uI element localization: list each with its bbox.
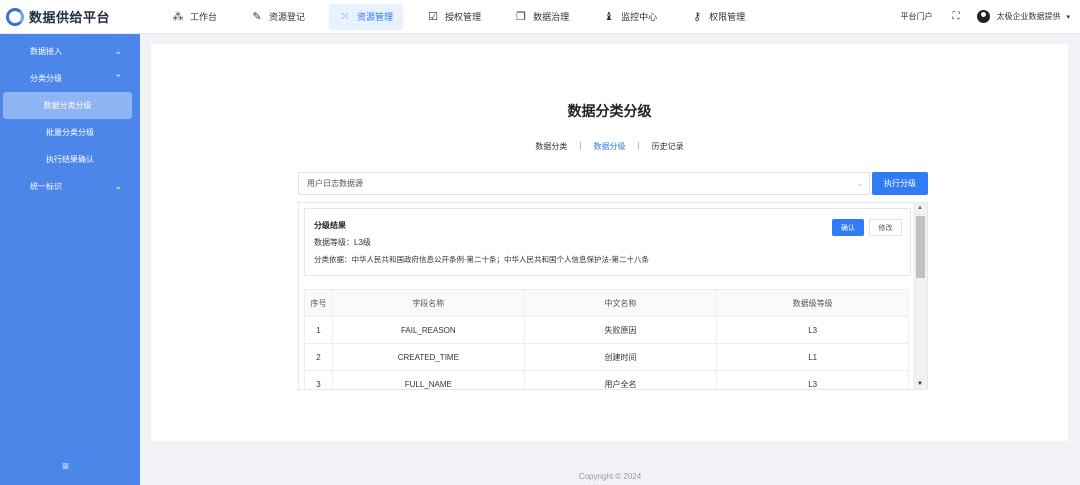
fields-table: 序号 字段名称 中文名称 数据级等级 1 FAIL_REASON 失败原因 L3…: [304, 289, 909, 389]
tab-bar: 数据分类 | 数据分级 | 历史记录: [151, 141, 1068, 152]
result-title: 分级结果: [314, 221, 346, 230]
footer-copyright: Copyright © 2024: [578, 472, 642, 481]
confirm-button[interactable]: 确认: [832, 219, 864, 236]
sidebar-subitem-data-classification[interactable]: 数据分类分级: [3, 92, 132, 119]
table-cell: L1: [716, 343, 909, 371]
nav-item-resource-manage[interactable]: ⁙ 资源管理: [329, 3, 404, 30]
user-name[interactable]: 太极企业数据提供: [996, 11, 1060, 22]
page-title: 数据分类分级: [567, 103, 652, 119]
sidebar-item-unified-id[interactable]: 统一标识 ⌄: [0, 173, 140, 200]
nav-label: 资源登记: [269, 12, 306, 22]
top-bar: 数据供给平台 ⁂ 工作台 ✎ 资源登记 ⁙ 资源管理 ☑ 授权管理 ❐ 数据治理…: [0, 0, 1080, 34]
nav-item-workbench[interactable]: ⁂ 工作台: [162, 4, 227, 30]
fullscreen-icon[interactable]: ⛶: [952, 11, 959, 22]
scrollbar-thumb[interactable]: [916, 216, 925, 278]
sidebar-subitem-result-confirm[interactable]: 执行结果确认: [0, 146, 140, 173]
sidebar-item-data-access[interactable]: 数据接入 ⌄: [0, 38, 140, 65]
logo-icon: [6, 7, 24, 26]
chevron-down-icon: ⌄: [856, 179, 863, 188]
nav-label: 监控中心: [621, 12, 658, 22]
app-title: 数据供给平台: [29, 10, 111, 25]
panel-scrollbar[interactable]: ▲ ▼: [913, 203, 927, 389]
nav-label: 授权管理: [445, 12, 482, 22]
data-level-text: 数据等级：L3级: [314, 238, 371, 247]
datasource-select[interactable]: 用户日志数据源 ⌄: [298, 172, 870, 195]
check-box-icon: ☑: [428, 11, 438, 23]
sidebar-item-label: 数据接入: [30, 47, 62, 56]
table-cell: 失败原因: [523, 316, 718, 344]
nav-item-monitor[interactable]: ♝ 监控中心: [593, 4, 667, 30]
tab-history[interactable]: 历史记录: [640, 141, 696, 152]
sidebar-subitem-batch-classification[interactable]: 批量分类分级: [0, 119, 140, 146]
chevron-down-icon: ⌄: [114, 181, 122, 191]
table-row[interactable]: 1 FAIL_REASON 失败原因 L3: [304, 316, 909, 344]
column-header: 数据级等级: [716, 289, 909, 317]
nav-item-permission[interactable]: ⚷ 权限管理: [681, 4, 755, 30]
column-header: 序号: [304, 289, 333, 317]
tab-data-grading[interactable]: 数据分级: [582, 141, 638, 152]
portal-link[interactable]: 平台门户: [900, 11, 932, 22]
table-row[interactable]: 3 FULL_NAME 用户全名 L3: [304, 370, 909, 389]
pen-icon: ✎: [252, 11, 262, 23]
table-cell: FULL_NAME: [331, 370, 525, 389]
sidebar-item-label: 分类分级: [30, 74, 62, 83]
table-cell: 用户全名: [523, 370, 718, 389]
nav-item-auth-manage[interactable]: ☑ 授权管理: [417, 4, 491, 30]
table-cell: 2: [304, 343, 333, 371]
caret-down-icon[interactable]: ▾: [1066, 13, 1070, 21]
workbench-icon: ⁂: [172, 11, 184, 23]
header-actions: 平台门户 ⛶ 太极企业数据提供 ▾: [900, 10, 1080, 23]
table-cell: 创建时间: [523, 343, 718, 371]
copy-icon: ❐: [516, 11, 526, 23]
datasource-select-value: 用户日志数据源: [307, 179, 363, 188]
nav-item-data-governance[interactable]: ❐ 数据治理: [505, 4, 579, 30]
table-row[interactable]: 2 CREATED_TIME 创建时间 L1: [304, 343, 909, 371]
table-cell: L3: [716, 316, 909, 344]
collapse-menu-icon[interactable]: ≡: [62, 459, 69, 473]
tab-data-classify[interactable]: 数据分类: [523, 141, 579, 152]
table-cell: FAIL_REASON: [331, 316, 525, 344]
main-card: 数据分类分级 数据分类 | 数据分级 | 历史记录 用户日志数据源 ⌄ 执行分级…: [151, 44, 1068, 441]
nav-label: 资源管理: [357, 12, 394, 22]
sidebar-item-label: 统一标识: [30, 182, 62, 191]
execute-grading-button[interactable]: 执行分级: [872, 172, 928, 195]
sidebar: 数据接入 ⌄ 分类分级 ⌃ 数据分类分级 批量分类分级 执行结果确认 统一标识 …: [0, 34, 140, 485]
key-icon: ⚷: [693, 11, 702, 23]
nav-item-resource-register[interactable]: ✎ 资源登记: [241, 4, 315, 30]
table-cell: 3: [304, 370, 333, 389]
sidebar-item-classification[interactable]: 分类分级 ⌃: [0, 65, 140, 92]
chevron-down-icon: ⌄: [114, 46, 122, 56]
table-cell: L3: [716, 370, 909, 389]
grading-result-box: 分级结果 数据等级：L3级 分类依据：中华人民共和国政府信息公开条例-第二十条；…: [304, 208, 911, 276]
table-cell: CREATED_TIME: [331, 343, 525, 371]
main-nav: ⁂ 工作台 ✎ 资源登记 ⁙ 资源管理 ☑ 授权管理 ❐ 数据治理 ♝ 监控中心…: [162, 3, 769, 30]
bell-icon: ♝: [604, 11, 615, 23]
column-header: 字段名称: [331, 289, 525, 317]
edit-button[interactable]: 修改: [869, 219, 902, 236]
scroll-up-icon[interactable]: ▲: [917, 205, 923, 211]
nav-label: 工作台: [190, 12, 218, 22]
nav-label: 权限管理: [709, 12, 746, 22]
column-header: 中文名称: [523, 289, 718, 317]
table-cell: 1: [304, 316, 333, 344]
brand[interactable]: 数据供给平台: [0, 7, 150, 26]
classification-basis-text: 分类依据：中华人民共和国政府信息公开条例-第二十条；中华人民共和国个人信息保护法…: [314, 255, 649, 264]
nav-label: 数据治理: [533, 12, 570, 22]
grid-icon: ⁙: [340, 11, 350, 23]
table-header-row: 序号 字段名称 中文名称 数据级等级: [304, 289, 909, 317]
chevron-up-icon: ⌃: [114, 73, 122, 83]
result-panel: 分级结果 数据等级：L3级 分类依据：中华人民共和国政府信息公开条例-第二十条；…: [298, 202, 928, 390]
scroll-down-icon[interactable]: ▼: [917, 381, 923, 387]
avatar-icon[interactable]: [977, 10, 991, 23]
